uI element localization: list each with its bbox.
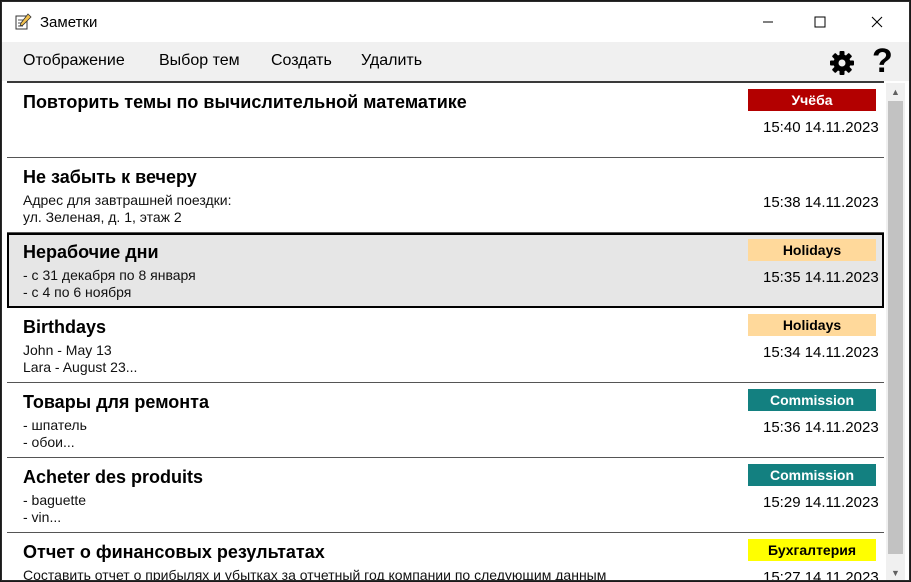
menu-item-delete[interactable]: Удалить: [361, 52, 422, 70]
title-bar[interactable]: Заметки: [2, 2, 909, 42]
note-body: John - May 13 Lara - August 23...: [23, 342, 138, 375]
note-item[interactable]: Повторить темы по вычислительной математ…: [7, 83, 884, 158]
scroll-down-arrow-icon[interactable]: ▼: [886, 564, 905, 580]
close-button[interactable]: [854, 2, 900, 42]
note-item[interactable]: Не забыть к вечеру Адрес для завтрашней …: [7, 158, 884, 233]
minimize-button[interactable]: [745, 2, 791, 42]
close-icon: [871, 16, 883, 28]
note-item[interactable]: Товары для ремонта - шпатель - обои... C…: [7, 383, 884, 458]
note-body: - baguette - vin...: [23, 492, 87, 525]
note-title: Не забыть к вечеру: [23, 167, 197, 187]
minimize-icon: [763, 21, 773, 23]
note-tag-badge: Commission: [748, 389, 876, 411]
maximize-button[interactable]: [797, 2, 843, 42]
note-title: Повторить темы по вычислительной математ…: [23, 92, 467, 112]
help-button[interactable]: ?: [872, 42, 893, 81]
note-title: Acheter des produits: [23, 467, 204, 487]
note-item[interactable]: Acheter des produits - baguette - vin...…: [7, 458, 884, 533]
menu-item-create[interactable]: Создать: [271, 52, 332, 70]
note-tag-badge: Учёба: [748, 89, 876, 111]
note-tag-badge: Holidays: [748, 239, 876, 261]
note-timestamp: 15:36 14.11.2023: [763, 419, 879, 436]
note-timestamp: 15:38 14.11.2023: [763, 194, 879, 211]
note-item-selected[interactable]: Нерабочие дни - с 31 декабря по 8 января…: [7, 233, 884, 308]
note-title: Отчет о финансовых результатах: [23, 542, 325, 562]
note-tag-badge: Commission: [748, 464, 876, 486]
notes-window: Заметки Отображение Выбор тем Создать Уд…: [1, 1, 910, 581]
note-timestamp: 15:35 14.11.2023: [763, 269, 879, 286]
menu-item-select-topics[interactable]: Выбор тем: [159, 52, 240, 70]
window-title: Заметки: [40, 14, 98, 31]
note-item[interactable]: Birthdays John - May 13 Lara - August 23…: [7, 308, 884, 383]
note-item[interactable]: Отчет о финансовых результатах Составить…: [7, 533, 884, 581]
note-body: Адрес для завтрашней поездки: ул. Зелена…: [23, 192, 232, 225]
note-tag-badge: Holidays: [748, 314, 876, 336]
gear-icon[interactable]: [828, 49, 856, 77]
vertical-scrollbar[interactable]: ▲ ▼: [886, 83, 905, 580]
maximize-icon: [814, 16, 826, 28]
scrollbar-thumb[interactable]: [888, 101, 903, 554]
menu-bar: Отображение Выбор тем Создать Удалить ?: [2, 42, 909, 81]
scroll-up-arrow-icon[interactable]: ▲: [886, 83, 905, 100]
menu-item-view[interactable]: Отображение: [23, 52, 125, 70]
note-timestamp: 15:34 14.11.2023: [763, 344, 879, 361]
notepad-icon: [15, 13, 32, 30]
note-tag-badge: Бухгалтерия: [748, 539, 876, 561]
notes-list: Повторить темы по вычислительной математ…: [7, 81, 884, 581]
note-title: Товары для ремонта: [23, 392, 209, 412]
note-body: - с 31 декабря по 8 января - с 4 по 6 но…: [23, 267, 196, 300]
note-timestamp: 15:29 14.11.2023: [763, 494, 879, 511]
note-timestamp: 15:40 14.11.2023: [763, 119, 879, 136]
note-body: Составить отчет о прибылях и убытках за …: [23, 567, 607, 581]
note-title: Birthdays: [23, 317, 107, 337]
note-body: - шпатель - обои...: [23, 417, 87, 450]
note-timestamp: 15:27 14.11.2023: [763, 569, 879, 581]
note-title: Нерабочие дни: [23, 242, 159, 262]
